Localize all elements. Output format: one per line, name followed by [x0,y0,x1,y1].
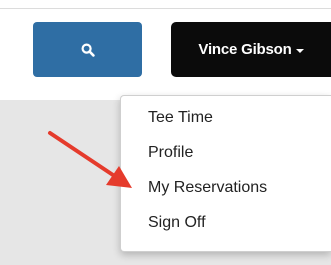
menu-item-sign-off[interactable]: Sign Off [121,212,331,247]
user-dropdown-menu: Tee Time Profile My Reservations Sign Of… [120,95,331,252]
header-divider [0,8,331,9]
search-button[interactable] [33,22,142,77]
caret-down-icon [295,48,304,53]
user-menu-button[interactable]: Vince Gibson [171,22,331,77]
search-icon [80,42,95,57]
menu-item-my-reservations[interactable]: My Reservations [121,177,331,212]
menu-item-profile[interactable]: Profile [121,142,331,177]
menu-item-tee-time[interactable]: Tee Time [121,107,331,142]
user-name: Vince Gibson [198,41,292,58]
